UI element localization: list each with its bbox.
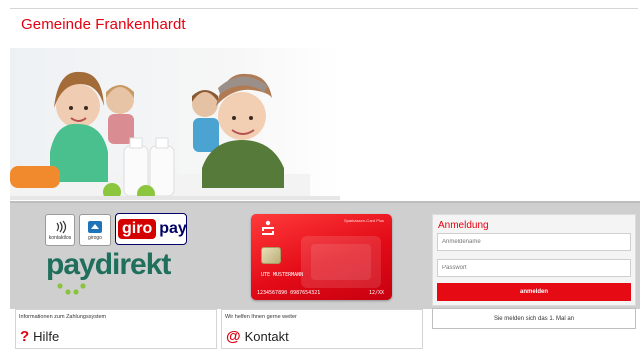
help-caption: Informationen zum Zahlungssystem xyxy=(19,314,107,320)
kontaktlos-logo: kontaktlos xyxy=(45,214,75,246)
card-holder-name: UTE MUSTERMANN xyxy=(261,272,304,278)
contact-box[interactable]: Wir helfen Ihnen gerne weiter @ Kontakt xyxy=(221,309,423,349)
help-heading-text: Hilfe xyxy=(33,329,60,344)
contact-heading-text: Kontakt xyxy=(244,329,289,344)
site-title[interactable]: Gemeinde Frankenhardt xyxy=(21,16,186,33)
top-divider xyxy=(10,8,638,9)
band-divider xyxy=(10,201,640,203)
paydirekt-direkt-text: direkt xyxy=(94,248,172,281)
at-icon: @ xyxy=(226,328,241,345)
contact-heading[interactable]: @ Kontakt xyxy=(226,328,289,345)
login-button[interactable]: anmelden xyxy=(437,283,631,301)
first-login-button[interactable]: Sie melden sich das 1. Mal an xyxy=(432,308,636,329)
paydirekt-logo: paydirekt xyxy=(46,248,172,282)
hero-image xyxy=(10,48,340,200)
question-icon: ? xyxy=(20,328,30,345)
paydirekt-pay-text: pay xyxy=(46,248,96,281)
sparkasse-logo-icon xyxy=(262,220,274,235)
contact-caption: Wir helfen Ihnen gerne weiter xyxy=(225,314,297,320)
card-expiry: 12/XX xyxy=(369,290,385,296)
paydirekt-dots-icon xyxy=(57,283,86,295)
giropay-pay-text: pay xyxy=(159,220,187,237)
login-title: Anmeldung xyxy=(438,220,489,231)
contactless-icon xyxy=(56,220,67,233)
giropay-giro-text: giro xyxy=(118,219,157,239)
girogo-label: girogo xyxy=(88,234,102,241)
girogo-logo: girogo xyxy=(79,214,111,246)
login-panel: Anmeldung anmelden xyxy=(432,214,636,306)
help-heading[interactable]: ? Hilfe xyxy=(20,328,59,345)
sparkasse-card-image: Sparkassen-Card Plus UTE MUSTERMANN 1234… xyxy=(251,214,392,300)
kontaktlos-label: kontaktlos xyxy=(48,234,72,241)
help-box[interactable]: Informationen zum Zahlungssystem ? Hilfe xyxy=(15,309,217,349)
username-input[interactable] xyxy=(437,233,631,251)
password-input[interactable] xyxy=(437,259,631,277)
card-number: 1234567890 0987654321 xyxy=(257,290,321,296)
giropay-logo: giro pay xyxy=(115,213,187,245)
card-chip xyxy=(261,247,281,264)
girogo-icon xyxy=(88,220,102,233)
card-brand-text: Sparkassen-Card Plus xyxy=(343,218,384,223)
